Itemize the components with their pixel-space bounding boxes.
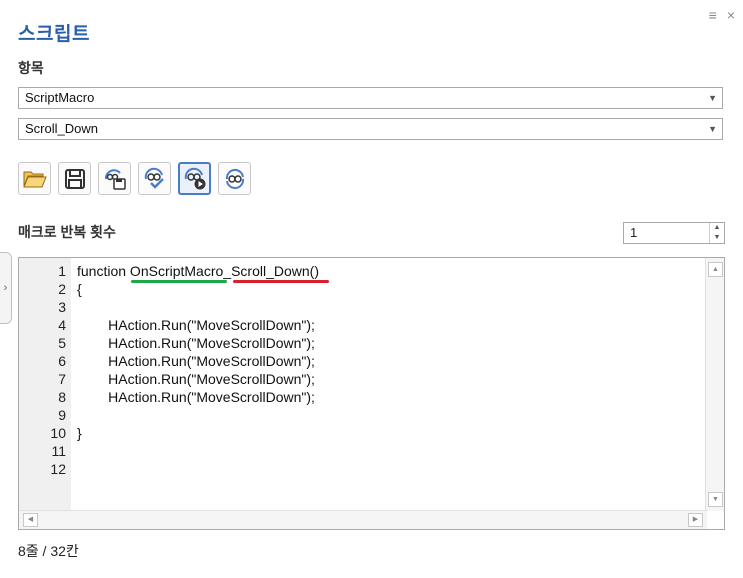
script-panel: ≡ × 스크립트 항목 ScriptMacro ▼ Scroll_Down ▼ xyxy=(0,0,743,578)
line-number: 6 xyxy=(58,353,66,369)
macro-run-icon xyxy=(184,167,205,189)
stepper-up-icon[interactable]: ▲ xyxy=(710,223,724,233)
code-line[interactable]: { xyxy=(77,280,82,298)
line-number: 7 xyxy=(58,371,66,387)
repeat-count-stepper[interactable]: 1 ▲ ▼ xyxy=(623,222,725,244)
macro-select-value: Scroll_Down xyxy=(25,121,98,136)
line-number: 11 xyxy=(51,443,66,459)
open-button[interactable] xyxy=(18,162,51,195)
line-number: 2 xyxy=(58,281,66,297)
section-label-items: 항목 xyxy=(18,60,44,76)
scroll-left-icon[interactable]: ◀ xyxy=(23,513,38,527)
repeat-count-label: 매크로 반복 횟수 xyxy=(18,224,116,240)
chevron-right-icon: › xyxy=(3,282,8,294)
highlight-underline-red xyxy=(233,280,329,283)
macro-check-button[interactable] xyxy=(138,162,171,195)
macro-select[interactable]: Scroll_Down ▼ xyxy=(18,118,723,140)
line-number: 10 xyxy=(50,425,66,441)
close-icon[interactable]: × xyxy=(727,6,735,24)
horizontal-scrollbar[interactable]: ◀ ▶ xyxy=(19,510,707,529)
side-expand-handle[interactable]: › xyxy=(0,252,12,324)
line-number: 9 xyxy=(58,407,66,423)
line-number: 1 xyxy=(58,263,66,279)
panel-title: 스크립트 xyxy=(18,24,90,45)
code-line[interactable]: function OnScriptMacro_Scroll_Down() xyxy=(77,262,319,280)
highlight-underline-green xyxy=(131,280,227,283)
category-select[interactable]: ScriptMacro ▼ xyxy=(18,87,723,109)
line-number: 4 xyxy=(58,317,66,333)
chevron-down-icon: ▼ xyxy=(708,124,717,134)
line-number: 8 xyxy=(58,389,66,405)
chevron-down-icon: ▼ xyxy=(708,93,717,103)
macro-toolbar xyxy=(18,162,251,195)
save-icon xyxy=(64,168,85,189)
vertical-scrollbar[interactable]: ▲ ▼ xyxy=(705,258,724,511)
line-number: 12 xyxy=(50,461,66,477)
save-button[interactable] xyxy=(58,162,91,195)
stepper-buttons: ▲ ▼ xyxy=(709,223,724,243)
scroll-up-icon[interactable]: ▲ xyxy=(708,262,723,277)
category-select-value: ScriptMacro xyxy=(25,90,95,105)
macro-save-button[interactable] xyxy=(98,162,131,195)
macro-repeat-icon xyxy=(225,168,244,189)
menu-icon[interactable]: ≡ xyxy=(709,6,717,24)
repeat-count-value: 1 xyxy=(630,225,638,240)
scroll-down-icon[interactable]: ▼ xyxy=(708,492,723,507)
code-line[interactable]: } xyxy=(77,424,82,442)
stepper-down-icon[interactable]: ▼ xyxy=(710,233,724,243)
code-line[interactable]: HAction.Run("MoveScrollDown"); xyxy=(77,352,315,370)
cursor-status: 8줄 / 32칸 xyxy=(18,543,79,559)
line-number: 5 xyxy=(58,335,66,351)
code-line[interactable]: HAction.Run("MoveScrollDown"); xyxy=(77,334,315,352)
script-editor[interactable]: 1 function OnScriptMacro_Scroll_Down() 2 {3… xyxy=(18,257,725,530)
code-line[interactable]: HAction.Run("MoveScrollDown"); xyxy=(77,370,315,388)
open-folder-icon xyxy=(22,171,47,187)
scroll-right-icon[interactable]: ▶ xyxy=(688,513,703,527)
code-line[interactable]: HAction.Run("MoveScrollDown"); xyxy=(77,388,315,406)
code-line[interactable]: HAction.Run("MoveScrollDown"); xyxy=(77,316,315,334)
macro-save-icon xyxy=(104,168,126,190)
macro-check-icon xyxy=(144,167,164,189)
panel-controls: ≡ × xyxy=(709,6,735,24)
macro-repeat-button[interactable] xyxy=(218,162,251,195)
line-number: 3 xyxy=(58,299,66,315)
macro-run-button[interactable] xyxy=(178,162,211,195)
